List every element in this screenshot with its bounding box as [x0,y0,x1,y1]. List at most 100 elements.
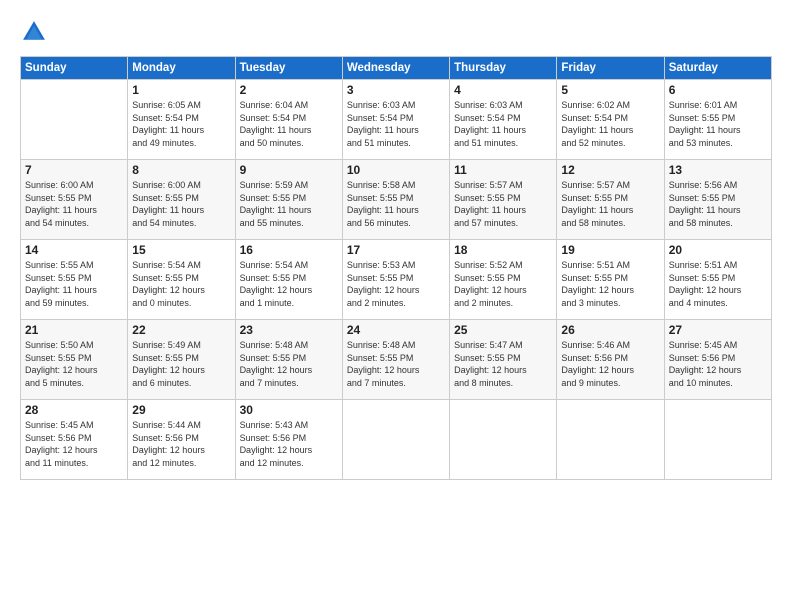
day-number: 17 [347,243,445,257]
day-info: Sunrise: 5:59 AM Sunset: 5:55 PM Dayligh… [240,179,338,229]
day-cell: 17 Sunrise: 5:53 AM Sunset: 5:55 PM Dayli… [342,240,449,320]
day-number: 24 [347,323,445,337]
day-number: 14 [25,243,123,257]
day-cell: 9 Sunrise: 5:59 AM Sunset: 5:55 PM Daylig… [235,160,342,240]
logo [20,18,52,46]
day-cell: 14 Sunrise: 5:55 AM Sunset: 5:55 PM Dayli… [21,240,128,320]
col-header-tuesday: Tuesday [235,57,342,80]
day-info: Sunrise: 5:56 AM Sunset: 5:55 PM Dayligh… [669,179,767,229]
day-info: Sunrise: 5:48 AM Sunset: 5:55 PM Dayligh… [347,339,445,389]
day-number: 7 [25,163,123,177]
day-number: 2 [240,83,338,97]
day-number: 16 [240,243,338,257]
day-info: Sunrise: 5:48 AM Sunset: 5:55 PM Dayligh… [240,339,338,389]
week-row-1: 1 Sunrise: 6:05 AM Sunset: 5:54 PM Daylig… [21,80,772,160]
day-number: 25 [454,323,552,337]
day-info: Sunrise: 5:57 AM Sunset: 5:55 PM Dayligh… [454,179,552,229]
day-info: Sunrise: 6:04 AM Sunset: 5:54 PM Dayligh… [240,99,338,149]
day-number: 23 [240,323,338,337]
week-row-3: 14 Sunrise: 5:55 AM Sunset: 5:55 PM Dayli… [21,240,772,320]
day-info: Sunrise: 5:53 AM Sunset: 5:55 PM Dayligh… [347,259,445,309]
page: SundayMondayTuesdayWednesdayThursdayFrid… [0,0,792,612]
day-info: Sunrise: 5:54 AM Sunset: 5:55 PM Dayligh… [240,259,338,309]
day-number: 19 [561,243,659,257]
day-info: Sunrise: 6:01 AM Sunset: 5:55 PM Dayligh… [669,99,767,149]
header [20,18,772,46]
day-number: 29 [132,403,230,417]
day-info: Sunrise: 6:03 AM Sunset: 5:54 PM Dayligh… [454,99,552,149]
day-number: 11 [454,163,552,177]
day-cell: 5 Sunrise: 6:02 AM Sunset: 5:54 PM Daylig… [557,80,664,160]
day-number: 20 [669,243,767,257]
logo-icon [20,18,48,46]
day-number: 28 [25,403,123,417]
day-cell: 1 Sunrise: 6:05 AM Sunset: 5:54 PM Daylig… [128,80,235,160]
day-number: 4 [454,83,552,97]
day-info: Sunrise: 5:50 AM Sunset: 5:55 PM Dayligh… [25,339,123,389]
day-cell: 4 Sunrise: 6:03 AM Sunset: 5:54 PM Daylig… [450,80,557,160]
day-number: 15 [132,243,230,257]
day-number: 12 [561,163,659,177]
day-info: Sunrise: 6:03 AM Sunset: 5:54 PM Dayligh… [347,99,445,149]
day-number: 30 [240,403,338,417]
day-number: 21 [25,323,123,337]
day-cell: 12 Sunrise: 5:57 AM Sunset: 5:55 PM Dayli… [557,160,664,240]
day-cell: 26Sunrise: 5:46 AM Sunset: 5:56 PM Dayli… [557,320,664,400]
day-cell: 7 Sunrise: 6:00 AM Sunset: 5:55 PM Daylig… [21,160,128,240]
day-number: 22 [132,323,230,337]
day-cell [450,400,557,480]
day-cell: 8 Sunrise: 6:00 AM Sunset: 5:55 PM Daylig… [128,160,235,240]
day-cell: 10 Sunrise: 5:58 AM Sunset: 5:55 PM Dayli… [342,160,449,240]
day-info: Sunrise: 5:49 AM Sunset: 5:55 PM Dayligh… [132,339,230,389]
col-header-wednesday: Wednesday [342,57,449,80]
day-info: Sunrise: 5:54 AM Sunset: 5:55 PM Dayligh… [132,259,230,309]
day-info: Sunrise: 6:00 AM Sunset: 5:55 PM Dayligh… [25,179,123,229]
day-cell: 27Sunrise: 5:45 AM Sunset: 5:56 PM Dayli… [664,320,771,400]
day-cell: 15 Sunrise: 5:54 AM Sunset: 5:55 PM Dayli… [128,240,235,320]
day-number: 9 [240,163,338,177]
day-info: Sunrise: 5:51 AM Sunset: 5:55 PM Dayligh… [561,259,659,309]
col-header-saturday: Saturday [664,57,771,80]
day-info: Sunrise: 6:05 AM Sunset: 5:54 PM Dayligh… [132,99,230,149]
day-cell: 18Sunrise: 5:52 AM Sunset: 5:55 PM Dayli… [450,240,557,320]
col-header-friday: Friday [557,57,664,80]
day-info: Sunrise: 5:47 AM Sunset: 5:55 PM Dayligh… [454,339,552,389]
col-header-sunday: Sunday [21,57,128,80]
week-row-4: 21 Sunrise: 5:50 AM Sunset: 5:55 PM Dayli… [21,320,772,400]
day-info: Sunrise: 5:58 AM Sunset: 5:55 PM Dayligh… [347,179,445,229]
day-number: 5 [561,83,659,97]
week-row-2: 7 Sunrise: 6:00 AM Sunset: 5:55 PM Daylig… [21,160,772,240]
day-number: 6 [669,83,767,97]
day-cell: 3 Sunrise: 6:03 AM Sunset: 5:54 PM Daylig… [342,80,449,160]
day-cell: 29 Sunrise: 5:44 AM Sunset: 5:56 PM Dayli… [128,400,235,480]
day-cell: 28 Sunrise: 5:45 AM Sunset: 5:56 PM Dayli… [21,400,128,480]
day-info: Sunrise: 6:00 AM Sunset: 5:55 PM Dayligh… [132,179,230,229]
day-cell: 11 Sunrise: 5:57 AM Sunset: 5:55 PM Dayli… [450,160,557,240]
day-number: 3 [347,83,445,97]
day-info: Sunrise: 5:43 AM Sunset: 5:56 PM Dayligh… [240,419,338,469]
day-info: Sunrise: 5:45 AM Sunset: 5:56 PM Dayligh… [669,339,767,389]
day-cell [664,400,771,480]
day-number: 13 [669,163,767,177]
day-cell [342,400,449,480]
day-info: Sunrise: 5:44 AM Sunset: 5:56 PM Dayligh… [132,419,230,469]
day-cell: 13 Sunrise: 5:56 AM Sunset: 5:55 PM Dayli… [664,160,771,240]
day-cell: 16 Sunrise: 5:54 AM Sunset: 5:55 PM Dayli… [235,240,342,320]
day-info: Sunrise: 5:45 AM Sunset: 5:56 PM Dayligh… [25,419,123,469]
day-number: 10 [347,163,445,177]
day-cell [21,80,128,160]
day-cell: 21 Sunrise: 5:50 AM Sunset: 5:55 PM Dayli… [21,320,128,400]
day-info: Sunrise: 5:52 AM Sunset: 5:55 PM Dayligh… [454,259,552,309]
day-cell: 25 Sunrise: 5:47 AM Sunset: 5:55 PM Dayli… [450,320,557,400]
day-number: 1 [132,83,230,97]
day-info: Sunrise: 5:57 AM Sunset: 5:55 PM Dayligh… [561,179,659,229]
col-header-monday: Monday [128,57,235,80]
day-info: Sunrise: 5:55 AM Sunset: 5:55 PM Dayligh… [25,259,123,309]
week-row-5: 28 Sunrise: 5:45 AM Sunset: 5:56 PM Dayli… [21,400,772,480]
day-info: Sunrise: 6:02 AM Sunset: 5:54 PM Dayligh… [561,99,659,149]
day-info: Sunrise: 5:51 AM Sunset: 5:55 PM Dayligh… [669,259,767,309]
calendar-table: SundayMondayTuesdayWednesdayThursdayFrid… [20,56,772,480]
day-number: 8 [132,163,230,177]
day-info: Sunrise: 5:46 AM Sunset: 5:56 PM Dayligh… [561,339,659,389]
day-cell: 20 Sunrise: 5:51 AM Sunset: 5:55 PM Dayli… [664,240,771,320]
